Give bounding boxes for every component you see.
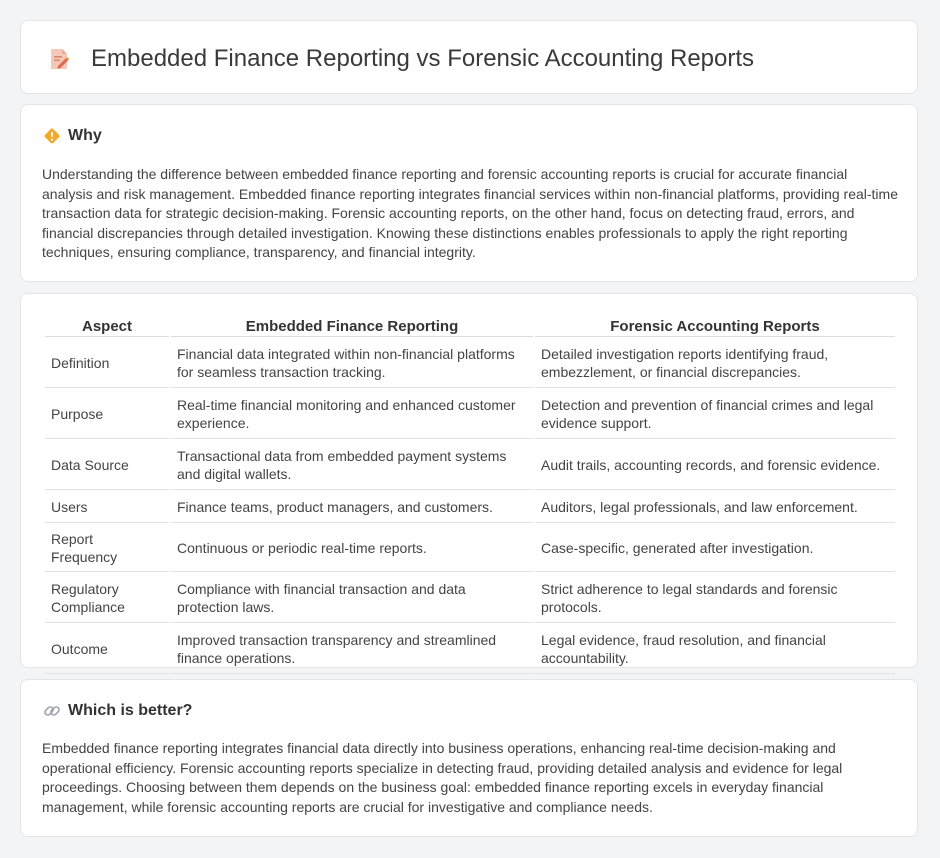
table-row: Purpose Real-time financial monitoring a… xyxy=(45,390,895,439)
aspect-cell: Report Frequency xyxy=(45,525,169,572)
embedded-cell: Finance teams, product managers, and cus… xyxy=(171,492,533,523)
why-section: Why Understanding the difference between… xyxy=(20,104,918,282)
embedded-cell: Transactional data from embedded payment… xyxy=(171,441,533,490)
page-title: Embedded Finance Reporting vs Forensic A… xyxy=(91,45,755,72)
which-better-section: Which is better? Embedded finance report… xyxy=(20,679,918,837)
aspect-cell: Definition xyxy=(45,339,169,388)
link-icon xyxy=(43,702,61,720)
better-heading-row: Which is better? xyxy=(43,702,192,720)
header-forensic: Forensic Accounting Reports xyxy=(535,316,895,337)
aspect-cell: Data Source xyxy=(45,441,169,490)
embedded-cell: Improved transaction transparency and st… xyxy=(171,625,533,674)
table-row: Definition Financial data integrated wit… xyxy=(45,339,895,388)
why-heading: Why xyxy=(68,127,102,144)
forensic-cell: Detection and prevention of financial cr… xyxy=(535,390,895,439)
forensic-cell: Detailed investigation reports identifyi… xyxy=(535,339,895,388)
aspect-cell: Purpose xyxy=(45,390,169,439)
table-row: Data Source Transactional data from embe… xyxy=(45,441,895,490)
aspect-cell: Regulatory Compliance xyxy=(45,574,169,623)
diamond-warning-icon xyxy=(43,127,61,145)
embedded-cell: Real-time financial monitoring and enhan… xyxy=(171,390,533,439)
header-card: Embedded Finance Reporting vs Forensic A… xyxy=(20,20,918,94)
forensic-cell: Audit trails, accounting records, and fo… xyxy=(535,441,895,490)
forensic-cell: Strict adherence to legal standards and … xyxy=(535,574,895,623)
embedded-cell: Financial data integrated within non-fin… xyxy=(171,339,533,388)
table-row: Users Finance teams, product managers, a… xyxy=(45,492,895,523)
why-text: Understanding the difference between emb… xyxy=(42,166,898,260)
table-header-row: Aspect Embedded Finance Reporting Forens… xyxy=(45,316,895,337)
forensic-cell: Case-specific, generated after investiga… xyxy=(535,525,895,572)
table-row: Outcome Improved transaction transparenc… xyxy=(45,625,895,674)
forensic-cell: Legal evidence, fraud resolution, and fi… xyxy=(535,625,895,674)
better-text: Embedded finance reporting integrates fi… xyxy=(42,740,843,815)
table-row: Regulatory Compliance Compliance with fi… xyxy=(45,574,895,623)
comparison-table: Aspect Embedded Finance Reporting Forens… xyxy=(43,314,897,676)
aspect-cell: Outcome xyxy=(45,625,169,674)
better-heading: Which is better? xyxy=(68,702,193,719)
why-heading-row: Why xyxy=(43,127,102,145)
table-row: Report Frequency Continuous or periodic … xyxy=(45,525,895,572)
title-row: Embedded Finance Reporting vs Forensic A… xyxy=(47,45,754,73)
comparison-section: Aspect Embedded Finance Reporting Forens… xyxy=(20,293,918,674)
header-aspect: Aspect xyxy=(45,316,169,337)
document-edit-icon xyxy=(47,47,71,71)
embedded-cell: Compliance with financial transaction an… xyxy=(171,574,533,623)
forensic-cell: Auditors, legal professionals, and law e… xyxy=(535,492,895,523)
header-embedded: Embedded Finance Reporting xyxy=(171,316,533,337)
aspect-cell: Users xyxy=(45,492,169,523)
embedded-cell: Continuous or periodic real-time reports… xyxy=(171,525,533,572)
